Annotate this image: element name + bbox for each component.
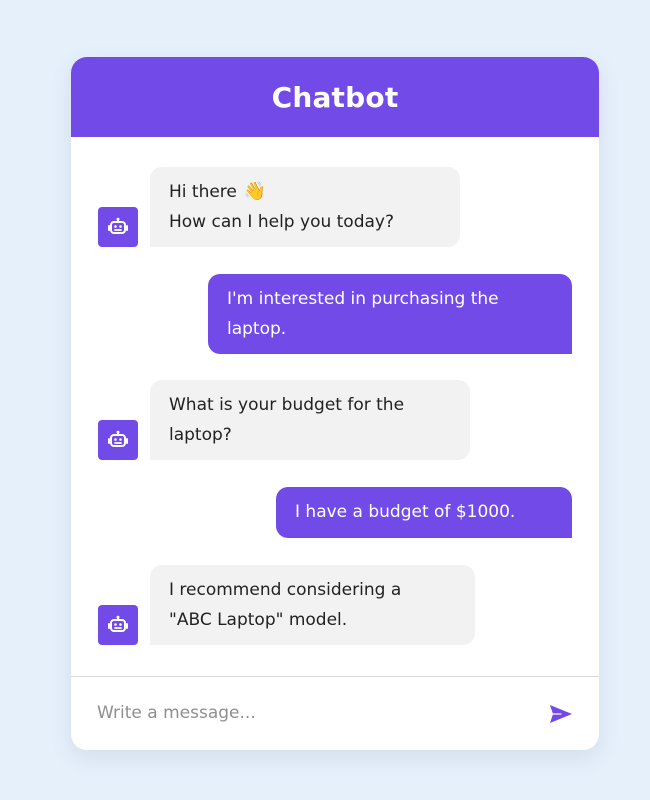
message-line: How can I help you today? xyxy=(169,212,395,232)
message-composer xyxy=(71,676,599,750)
chatbot-title: Chatbot xyxy=(271,80,399,114)
message-line: I have a budget of $1000. xyxy=(295,502,516,522)
message-input[interactable] xyxy=(97,695,507,731)
message-line: Hi there 👋 xyxy=(169,181,267,202)
bot-message-row: What is your budget for the laptop? xyxy=(98,380,470,460)
user-message-bubble: I'm interested in purchasing the laptop. xyxy=(208,274,572,354)
chat-messages[interactable]: Hi there 👋 How can I help you today? I'm … xyxy=(71,137,599,675)
chatbot-window: Chatbot Hi there 👋 How can I help you to… xyxy=(71,57,599,750)
user-message-row: I have a budget of $1000. xyxy=(276,487,572,538)
bot-message-row: Hi there 👋 How can I help you today? xyxy=(98,167,460,247)
robot-icon xyxy=(98,207,138,247)
user-message-bubble: I have a budget of $1000. xyxy=(276,487,572,538)
message-line: laptop? xyxy=(169,425,232,445)
message-line: I recommend considering a xyxy=(169,580,402,600)
message-line: What is your budget for the xyxy=(169,395,405,415)
bot-message-bubble: Hi there 👋 How can I help you today? xyxy=(150,167,460,247)
chatbot-page: Chatbot Hi there 👋 How can I help you to… xyxy=(0,0,650,800)
bot-message-bubble: What is your budget for the laptop? xyxy=(150,380,470,460)
chatbot-header: Chatbot xyxy=(71,57,599,137)
robot-icon xyxy=(98,420,138,460)
waving-hand-icon: 👋 xyxy=(243,181,267,202)
bot-message-row: I recommend considering a "ABC Laptop" m… xyxy=(98,565,475,645)
message-line: laptop. xyxy=(227,319,287,339)
message-line: I'm interested in purchasing the xyxy=(227,289,499,309)
send-icon xyxy=(550,705,572,723)
message-line: "ABC Laptop" model. xyxy=(169,610,348,630)
bot-message-bubble: I recommend considering a "ABC Laptop" m… xyxy=(150,565,475,645)
send-button[interactable] xyxy=(547,702,575,726)
robot-icon xyxy=(98,605,138,645)
user-message-row: I'm interested in purchasing the laptop. xyxy=(208,274,572,354)
